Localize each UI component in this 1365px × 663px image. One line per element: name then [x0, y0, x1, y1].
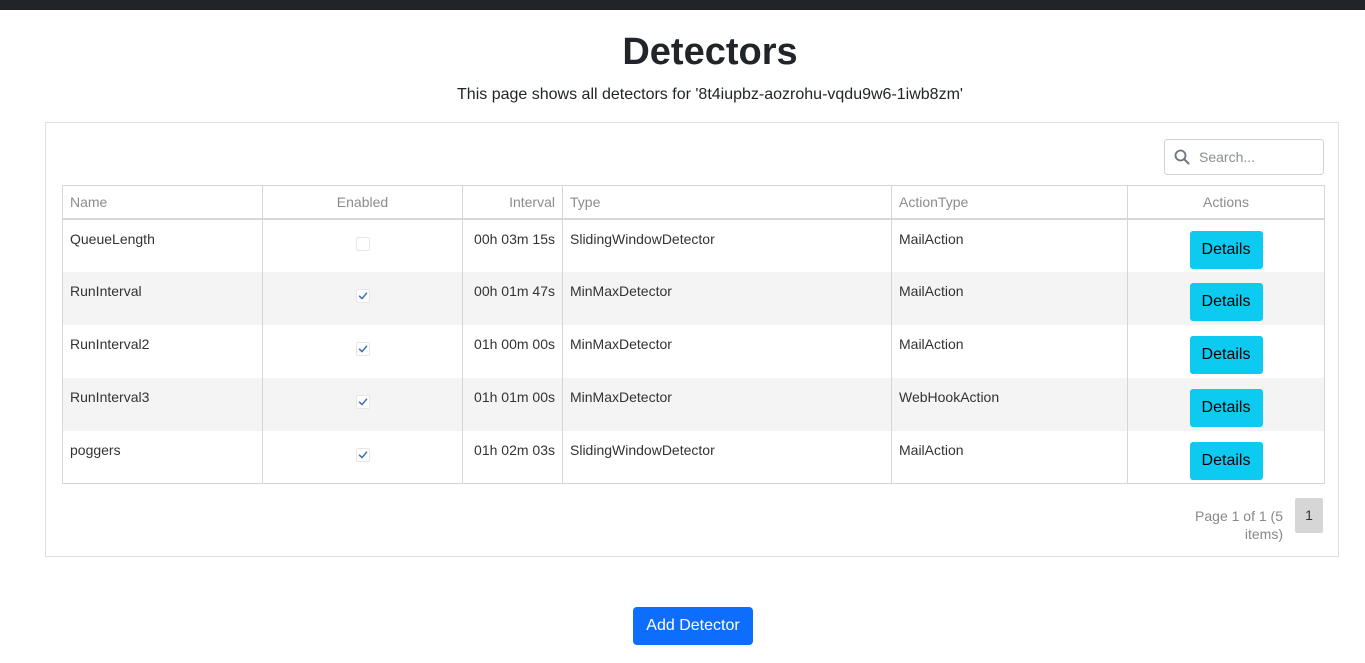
checked-checkbox [355, 288, 370, 303]
cell-actions: Details [1127, 218, 1325, 272]
detectors-grid-card: Name Enabled Interval Type ActionType Ac… [45, 122, 1339, 557]
cell-action-type: MailAction [891, 324, 1128, 378]
cell-enabled [262, 377, 463, 431]
unchecked-checkbox [355, 236, 370, 251]
cell-interval: 00h 03m 15s [462, 218, 563, 272]
column-header-name[interactable]: Name [62, 185, 263, 220]
cell-actions: Details [1127, 324, 1325, 378]
cell-type: SlidingWindowDetector [562, 430, 892, 484]
cell-actions: Details [1127, 377, 1325, 431]
search-input[interactable] [1199, 140, 1317, 174]
details-button[interactable]: Details [1189, 282, 1263, 321]
table-row: poggers 01h 02m 03s SlidingWindowDetector M… [62, 430, 1325, 484]
table-body: QueueLength 00h 03m 15s SlidingWindowDetec… [62, 218, 1325, 484]
detectors-table: Name Enabled Interval Type ActionType Ac… [62, 185, 1325, 484]
checked-checkbox [355, 341, 370, 356]
pager-page-button[interactable]: 1 [1295, 498, 1323, 533]
table-row: RunInterval3 01h 01m 00s MinMaxDetector Web… [62, 377, 1325, 431]
cell-name: RunInterval2 [62, 324, 263, 378]
cell-name: poggers [62, 430, 263, 484]
cell-name: RunInterval [62, 271, 263, 325]
cell-type: MinMaxDetector [562, 271, 892, 325]
cell-type: SlidingWindowDetector [562, 218, 892, 272]
top-navbar [0, 0, 1365, 10]
cell-interval: 01h 02m 03s [462, 430, 563, 484]
cell-interval: 00h 01m 47s [462, 271, 563, 325]
cell-enabled [262, 430, 463, 484]
cell-action-type: WebHookAction [891, 377, 1128, 431]
pager-info: Page 1 of 1 (5 items) [1195, 508, 1283, 542]
cell-name: QueueLength [62, 218, 263, 272]
checked-checkbox [355, 394, 370, 409]
cell-actions: Details [1127, 271, 1325, 325]
cell-action-type: MailAction [891, 271, 1128, 325]
page-title: Detectors [622, 31, 798, 73]
add-detector-button[interactable]: Add Detector [633, 607, 753, 645]
details-button[interactable]: Details [1189, 335, 1263, 374]
cell-enabled [262, 218, 463, 272]
cell-type: MinMaxDetector [562, 377, 892, 431]
cell-actions: Details [1127, 430, 1325, 484]
column-header-interval[interactable]: Interval [462, 185, 563, 220]
cell-enabled [262, 271, 463, 325]
details-button[interactable]: Details [1189, 388, 1263, 427]
checked-checkbox [355, 447, 370, 462]
table-row: RunInterval 00h 01m 47s MinMaxDetector Mail… [62, 271, 1325, 325]
column-header-action-type[interactable]: ActionType [891, 185, 1128, 220]
cell-name: RunInterval3 [62, 377, 263, 431]
page-subtitle: This page shows all detectors for '8t4iu… [457, 86, 963, 103]
cell-action-type: MailAction [891, 218, 1128, 272]
details-button[interactable]: Details [1189, 230, 1263, 269]
table-row: QueueLength 00h 03m 15s SlidingWindowDetec… [62, 218, 1325, 272]
cell-interval: 01h 01m 00s [462, 377, 563, 431]
cell-enabled [262, 324, 463, 378]
table-header-row: Name Enabled Interval Type ActionType Ac… [62, 185, 1325, 220]
column-header-type[interactable]: Type [562, 185, 892, 220]
search-box[interactable] [1164, 139, 1324, 175]
column-header-actions: Actions [1127, 185, 1325, 220]
table-row: RunInterval2 01h 00m 00s MinMaxDetector Mai… [62, 324, 1325, 378]
cell-interval: 01h 00m 00s [462, 324, 563, 378]
column-header-enabled[interactable]: Enabled [262, 185, 463, 220]
cell-action-type: MailAction [891, 430, 1128, 484]
details-button[interactable]: Details [1189, 441, 1263, 480]
search-icon [1174, 149, 1190, 165]
cell-type: MinMaxDetector [562, 324, 892, 378]
